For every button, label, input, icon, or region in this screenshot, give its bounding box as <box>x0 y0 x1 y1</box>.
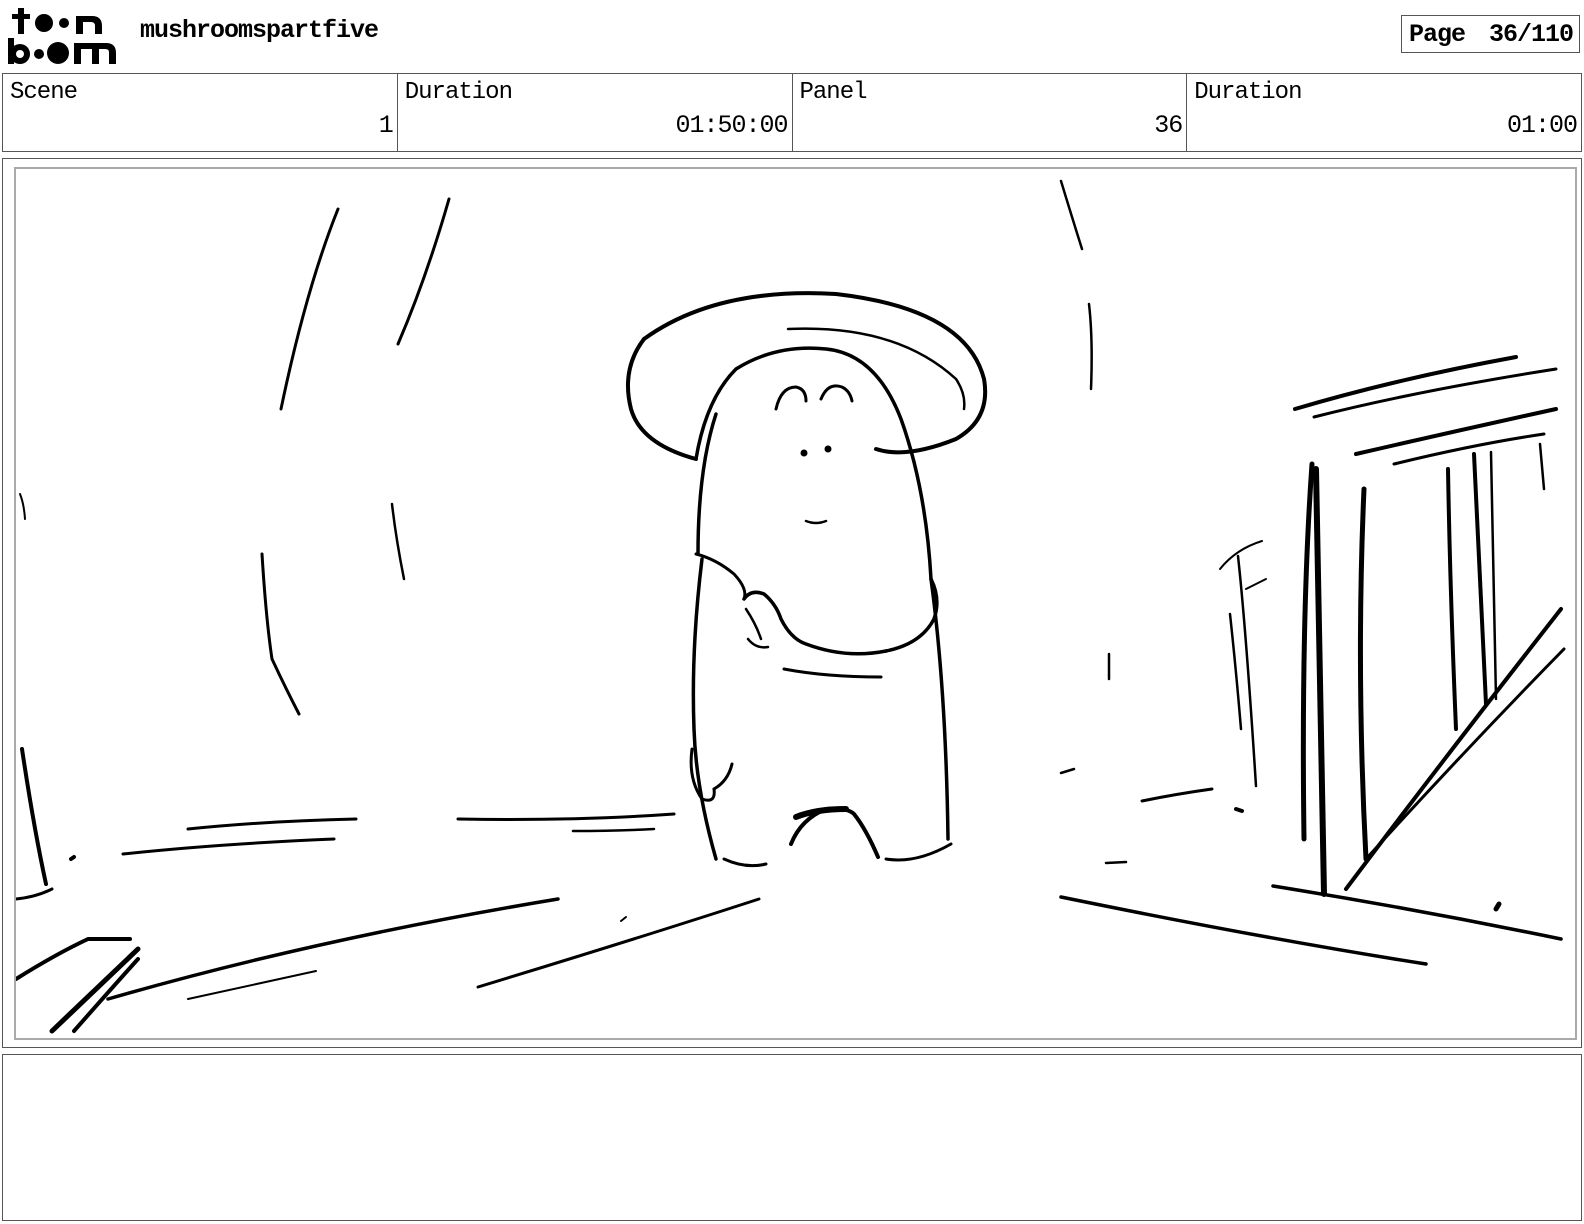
storyboard-panel-drawing <box>14 167 1577 1040</box>
panel-label: Panel <box>799 79 868 106</box>
page-label: Page <box>1409 19 1466 49</box>
panel-duration-label: Duration <box>1194 79 1302 106</box>
panel-duration-cell: Duration 01:00 <box>1187 74 1581 151</box>
toon-boom-logo <box>8 8 116 64</box>
project-title: mushroomspartfive <box>140 16 379 45</box>
scene-value: 1 <box>378 111 394 140</box>
page-indicator: Page 36/110 <box>1401 15 1580 53</box>
scene-cell: Scene 1 <box>3 74 398 151</box>
scene-label: Scene <box>10 79 78 106</box>
scene-duration-label: Duration <box>404 79 513 106</box>
panel-value: 36 <box>1154 111 1183 140</box>
panel-duration-value: 01:00 <box>1506 111 1578 140</box>
panel-cell: Panel 36 <box>793 74 1188 151</box>
panel-notes-box <box>2 1054 1582 1221</box>
panel-info-row: Scene 1 Duration 01:50:00 Panel 36 Durat… <box>2 73 1582 152</box>
scene-duration-cell: Duration 01:50:00 <box>398 74 793 151</box>
scene-duration-value: 01:50:00 <box>675 111 788 140</box>
page-number: 36/110 <box>1488 19 1574 49</box>
